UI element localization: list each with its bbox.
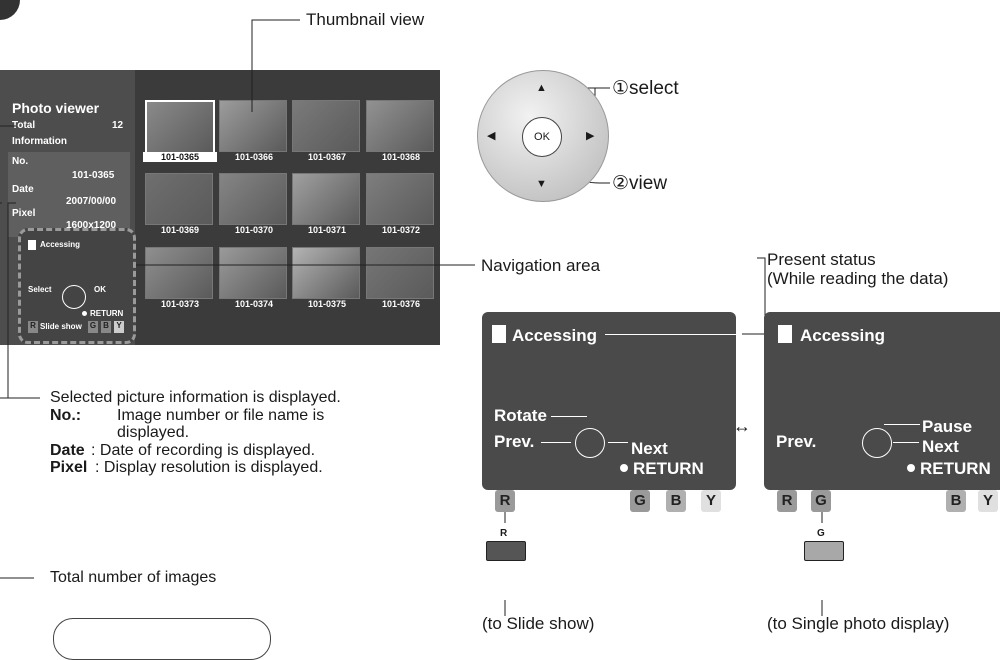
g-button-label: G xyxy=(817,528,825,539)
present-status-callout-2: (While reading the data) xyxy=(767,269,949,288)
dpad-icon xyxy=(862,428,892,458)
no-term: No.: xyxy=(50,407,82,424)
prev-line xyxy=(541,442,571,443)
panel-left-prev: Prev. xyxy=(494,432,535,451)
key-r: R xyxy=(495,490,515,512)
dpad-icon xyxy=(575,428,605,458)
down-arrow-icon: ▼ xyxy=(536,178,547,190)
key-g: G xyxy=(811,490,831,512)
pixel-term: Pixel xyxy=(50,459,88,476)
pixel-text: : Display resolution is displayed. xyxy=(95,459,323,476)
key-y: Y xyxy=(701,490,721,512)
no-text-2: displayed. xyxy=(117,424,190,441)
total-images-callout: Total number of images xyxy=(50,569,217,586)
return-dot-icon xyxy=(620,464,628,472)
date-term: Date xyxy=(50,442,85,459)
panel-right-next: Next xyxy=(922,437,959,456)
panel-right-accessing: Accessing xyxy=(800,326,886,345)
next-line xyxy=(893,442,919,443)
panel-right-pause: Pause xyxy=(922,417,973,436)
next-line xyxy=(608,442,628,443)
panel-left-return: RETURN xyxy=(633,459,704,478)
to-single-callout: (to Single photo display) xyxy=(767,614,950,633)
left-arrow-icon: ◀ xyxy=(487,130,496,142)
no-text-1: Image number or file name is xyxy=(117,407,325,424)
to-slide-show-callout: (to Slide show) xyxy=(482,614,595,633)
thumbnail-view-callout: Thumbnail view xyxy=(306,10,425,29)
key-r: R xyxy=(777,490,797,512)
right-arrow-icon: ▶ xyxy=(586,130,595,142)
rotate-line xyxy=(551,416,587,417)
select-callout: ①select xyxy=(612,78,679,99)
view-callout: ②view xyxy=(612,173,668,194)
r-button[interactable] xyxy=(486,541,526,561)
g-button[interactable] xyxy=(804,541,844,561)
up-arrow-icon: ▲ xyxy=(536,82,547,94)
key-b: B xyxy=(946,490,966,512)
panel-left-next: Next xyxy=(631,439,668,458)
doc-icon xyxy=(492,325,506,343)
key-y: Y xyxy=(978,490,998,512)
panel-left-rotate: Rotate xyxy=(494,406,547,425)
panel-right-prev: Prev. xyxy=(776,432,817,451)
accessing-line xyxy=(605,334,742,335)
key-g: G xyxy=(630,490,650,512)
r-button-label: R xyxy=(500,528,508,539)
navigation-area-callout: Navigation area xyxy=(481,256,601,275)
pause-line xyxy=(884,424,920,425)
doc-icon xyxy=(778,325,792,343)
ok-button[interactable]: OK xyxy=(522,117,562,157)
key-b: B xyxy=(666,490,686,512)
date-text: : Date of recording is displayed. xyxy=(91,442,316,459)
panel-left-accessing: Accessing xyxy=(512,326,598,345)
panel-right-return: RETURN xyxy=(920,459,991,478)
pill-outline xyxy=(53,618,271,660)
panel-right-single: Single xyxy=(838,491,890,510)
return-dot-icon xyxy=(907,464,915,472)
panel-left-slide-show: Slide show xyxy=(520,491,609,510)
toggle-arrow-icon: ↔ xyxy=(733,416,751,436)
info-intro: Selected picture information is displaye… xyxy=(50,389,341,406)
present-status-callout-1: Present status xyxy=(767,250,876,269)
